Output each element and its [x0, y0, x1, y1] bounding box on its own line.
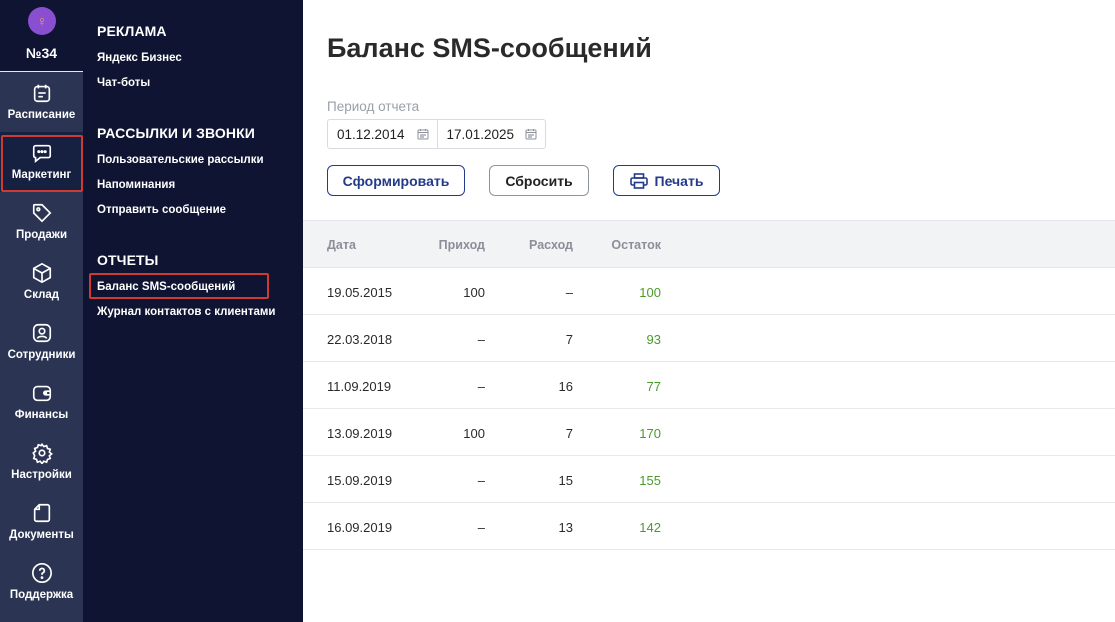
- calendar-icon: [33, 84, 50, 103]
- table-row: 19.05.2015 100 – 100: [303, 268, 1115, 315]
- icon-rail: ♀ №34 Расписание Маркетинг Продажи Склад…: [0, 0, 83, 622]
- column-header-out[interactable]: Расход: [503, 238, 573, 252]
- cell-out: 7: [565, 332, 573, 347]
- section-title-mailings: РАССЫЛКИ И ЗВОНКИ: [97, 125, 255, 141]
- document-icon: [33, 503, 50, 523]
- avatar[interactable]: ♀: [28, 7, 56, 35]
- date-to-value: 17.01.2025: [446, 126, 515, 142]
- calendar-icon: [525, 129, 537, 140]
- print-button-label: Печать: [654, 172, 704, 189]
- tag-icon: [32, 203, 51, 223]
- date-range-picker: 01.12.2014 17.01.2025: [327, 119, 546, 149]
- date-to-field[interactable]: 17.01.2025: [436, 120, 546, 148]
- table-row: 11.09.2019 – 16 77: [303, 362, 1115, 409]
- cell-balance: 100: [639, 285, 661, 300]
- highlight-box: [1, 135, 83, 192]
- user-badge-icon: [32, 323, 51, 343]
- cell-balance: 77: [646, 379, 661, 394]
- branch-header: ♀ №34: [0, 0, 83, 72]
- cell-in: –: [477, 332, 485, 347]
- cell-out: 16: [558, 379, 573, 394]
- link-yandex-business[interactable]: Яндекс Бизнес: [97, 52, 182, 64]
- rail-item-finance[interactable]: Финансы: [0, 372, 83, 432]
- rail-item-label: Документы: [9, 529, 74, 541]
- marketing-submenu: РЕКЛАМА Яндекс Бизнес Чат-боты РАССЫЛКИ …: [83, 0, 303, 622]
- cell-date: 11.09.2019: [327, 379, 392, 394]
- rail-item-documents[interactable]: Документы: [0, 492, 83, 552]
- date-from-field[interactable]: 01.12.2014: [328, 120, 437, 148]
- table-row: 22.03.2018 – 7 93: [303, 315, 1115, 362]
- rail-item-label: Поддержка: [9, 589, 74, 601]
- rail-item-label: Настройки: [11, 469, 72, 481]
- rail-item-support[interactable]: Поддержка: [0, 552, 83, 612]
- link-chatbots[interactable]: Чат-боты: [97, 77, 150, 89]
- generate-button[interactable]: Сформировать: [327, 165, 465, 196]
- table-row: 16.09.2019 – 13 142: [303, 503, 1115, 550]
- rail-item-label: Сотрудники: [7, 349, 76, 361]
- rail-item-staff[interactable]: Сотрудники: [0, 312, 83, 372]
- rail-item-label: Финансы: [14, 409, 69, 421]
- cell-date: 19.05.2015: [327, 285, 393, 300]
- cell-date: 16.09.2019: [327, 520, 393, 535]
- rail-item-schedule[interactable]: Расписание: [0, 72, 83, 132]
- column-header-balance[interactable]: Остаток: [591, 238, 661, 252]
- rail-item-sales[interactable]: Продажи: [0, 192, 83, 252]
- reset-button[interactable]: Сбросить: [489, 165, 589, 196]
- cell-balance: 170: [639, 426, 661, 441]
- period-label: Период отчета: [327, 99, 420, 114]
- wallet-icon: [32, 385, 51, 402]
- link-reminders[interactable]: Напоминания: [97, 179, 175, 191]
- person-icon: ♀: [36, 13, 48, 29]
- rail-item-settings[interactable]: Настройки: [0, 432, 83, 492]
- section-title-ads: РЕКЛАМА: [97, 23, 167, 39]
- link-custom-mailings[interactable]: Пользовательские рассылки: [97, 154, 264, 166]
- cell-date: 13.09.2019: [327, 426, 393, 441]
- printer-icon: [629, 172, 648, 189]
- gear-icon: [31, 442, 53, 464]
- cell-out: 15: [558, 473, 573, 488]
- rail-item-label: Склад: [23, 289, 60, 301]
- cell-in: –: [477, 473, 485, 488]
- cell-in: –: [477, 379, 485, 394]
- cell-out: 13: [558, 520, 573, 535]
- box-icon: [32, 262, 51, 284]
- cell-in: 100: [463, 285, 485, 300]
- link-send-message[interactable]: Отправить сообщение: [97, 204, 226, 216]
- cell-out: –: [565, 285, 573, 300]
- link-client-contact-log[interactable]: Журнал контактов с клиентами: [97, 306, 275, 318]
- print-button[interactable]: Печать: [613, 165, 720, 196]
- column-header-date[interactable]: Дата: [327, 238, 356, 252]
- branch-number: №34: [25, 45, 58, 61]
- section-title-reports: ОТЧЕТЫ: [97, 252, 159, 268]
- cell-in: 100: [463, 426, 485, 441]
- cell-balance: 155: [639, 473, 661, 488]
- cell-balance: 93: [646, 332, 661, 347]
- rail-item-label: Продажи: [15, 229, 68, 241]
- cell-out: 7: [565, 426, 573, 441]
- cell-date: 15.09.2019: [327, 473, 393, 488]
- cell-date: 22.03.2018: [327, 332, 393, 347]
- rail-item-label: Расписание: [7, 109, 76, 121]
- date-from-value: 01.12.2014: [337, 126, 405, 142]
- table-row: 13.09.2019 100 7 170: [303, 409, 1115, 456]
- cell-in: –: [477, 520, 485, 535]
- rail-item-warehouse[interactable]: Склад: [0, 252, 83, 312]
- highlight-box: [89, 273, 269, 299]
- help-icon: [31, 563, 52, 583]
- cell-balance: 142: [639, 520, 661, 535]
- table-header: Дата Приход Расход Остаток: [303, 220, 1115, 268]
- page-title: Баланс SMS-сообщений: [327, 33, 652, 63]
- calendar-icon: [417, 129, 428, 140]
- column-header-in[interactable]: Приход: [415, 238, 485, 252]
- main-content: Баланс SMS-сообщений Период отчета 01.12…: [303, 0, 1115, 622]
- table-row: 15.09.2019 – 15 155: [303, 456, 1115, 503]
